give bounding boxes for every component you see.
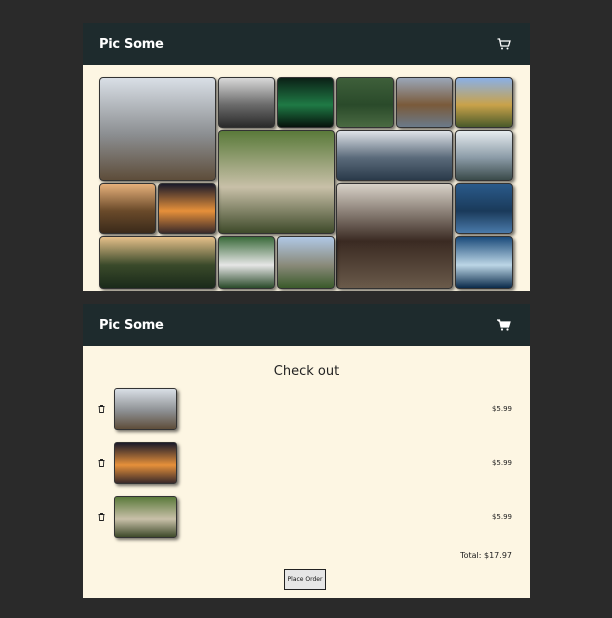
cart-item-image — [114, 496, 177, 538]
woman-portrait-photo[interactable] — [336, 183, 453, 289]
cart-item: $5.99 — [98, 441, 512, 485]
road-sunset-photo[interactable] — [158, 183, 216, 234]
checkout-page: Pic Some Check out $5.99 $5.99 $5.99 Tot… — [83, 304, 530, 598]
bear-photo[interactable] — [99, 77, 216, 181]
trash-icon[interactable] — [98, 405, 106, 414]
city-skyline-photo[interactable] — [455, 130, 513, 181]
cart-item-price: $5.99 — [491, 513, 512, 521]
cart-icon[interactable] — [497, 37, 513, 51]
cart-item-price: $5.99 — [491, 405, 512, 413]
order-total: Total: $17.97 — [460, 551, 512, 560]
feet-field-photo[interactable] — [455, 77, 513, 128]
waterfall-photo[interactable] — [218, 236, 275, 289]
aurora-photo[interactable] — [277, 77, 334, 128]
ocean-swell-photo[interactable] — [455, 236, 513, 289]
cart-item-image — [114, 388, 177, 430]
foggy-forest-photo[interactable] — [218, 77, 275, 128]
mountain-sunset-photo[interactable] — [99, 236, 216, 289]
cart-item-price: $5.99 — [491, 459, 512, 467]
place-order-button[interactable]: Place Order — [284, 569, 326, 590]
brand-link[interactable]: Pic Some — [99, 37, 164, 52]
pug-blanket-photo[interactable] — [218, 130, 335, 234]
skyscraper-photo[interactable] — [336, 130, 453, 181]
app-header: Pic Some — [83, 304, 530, 346]
sunset-trees-photo[interactable] — [99, 183, 156, 234]
cart-icon[interactable] — [497, 318, 513, 332]
gallery-page: Pic Some — [83, 23, 530, 291]
trash-icon[interactable] — [98, 459, 106, 468]
castle-photo[interactable] — [277, 236, 335, 289]
ocean-waves-photo[interactable] — [455, 183, 513, 234]
brand-link[interactable]: Pic Some — [99, 318, 164, 333]
cart-item: $5.99 — [98, 495, 512, 539]
app-header: Pic Some — [83, 23, 530, 65]
moss-photo[interactable] — [336, 77, 394, 128]
cart-item: $5.99 — [98, 387, 512, 431]
trash-icon[interactable] — [98, 513, 106, 522]
cart-item-image — [114, 442, 177, 484]
checkout-title: Check out — [273, 364, 340, 379]
eagle-photo[interactable] — [396, 77, 453, 128]
